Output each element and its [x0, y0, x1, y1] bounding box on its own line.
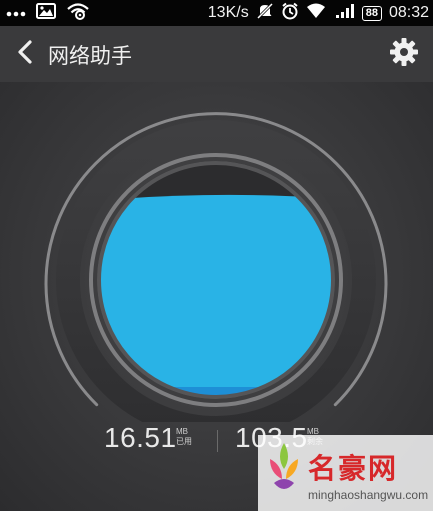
alarm-icon [281, 2, 299, 25]
image-icon [36, 2, 56, 24]
watermark-logo [262, 439, 306, 504]
mute-icon [256, 2, 274, 25]
more-dots-icon [6, 4, 26, 22]
net-speed: 13K/s [207, 4, 249, 21]
app-bar: 网络助手 [0, 26, 433, 82]
usage-gauge [44, 112, 388, 422]
battery-indicator: 88 [361, 5, 382, 21]
page-title: 网络助手 [48, 45, 132, 68]
used-unit-label: MB 已用 [176, 427, 192, 447]
watermark-url: minghaoshangwu.com [308, 488, 429, 502]
remaining-fill [100, 200, 332, 396]
readout-divider [217, 430, 218, 452]
cellular-signal-icon [333, 3, 355, 24]
back-button[interactable] [10, 38, 40, 70]
settings-button[interactable] [388, 37, 420, 72]
chevron-left-icon [17, 39, 33, 69]
gear-icon [389, 37, 419, 72]
watermark: 名豪网 minghaoshangwu.com [258, 435, 433, 511]
used-label: 已用 [176, 437, 192, 446]
wifi-signal-icon [66, 2, 90, 25]
used-value: 16.51 [104, 422, 177, 453]
watermark-name: 名豪网 [308, 453, 399, 484]
used-unit: MB [176, 427, 188, 436]
clock: 08:32 [388, 4, 429, 21]
wifi-icon [306, 3, 326, 24]
status-bar: 13K/s 88 08:32 [0, 0, 433, 26]
